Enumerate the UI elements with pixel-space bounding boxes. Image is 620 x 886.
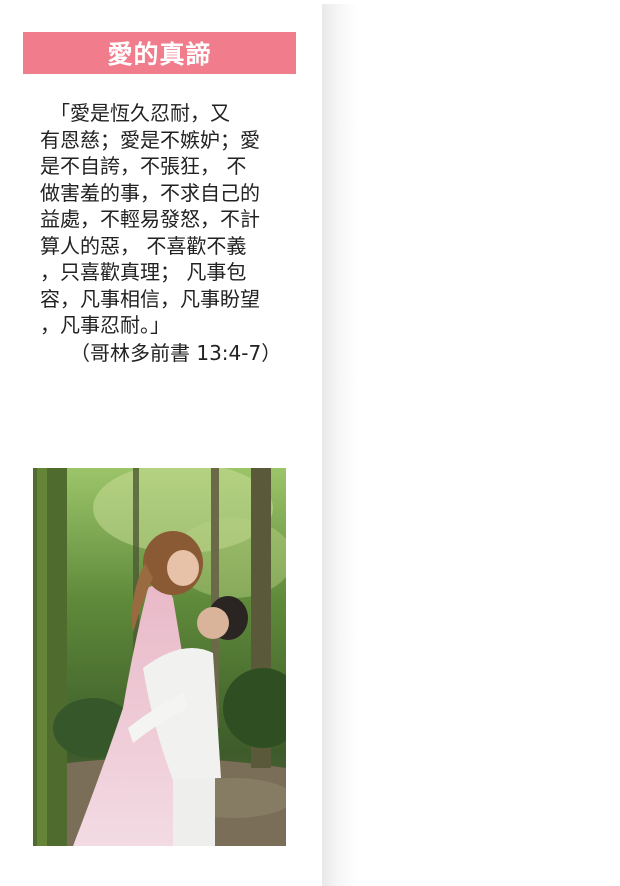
verse-line: 益處，不輕易發怒，不計 [40,207,260,231]
wedding-photo [33,468,286,846]
verse-line: ，凡事忍耐。」 [40,313,170,337]
section-title: 愛的真諦 [107,40,212,69]
content-panel: 愛的真諦 「愛是恆久忍耐，又 有恩慈；愛是不嫉妒；愛 是不自誇，不張狂， 不 做… [0,0,322,886]
section-title-banner: 愛的真諦 [23,32,296,74]
verse-line: ，只喜歡真理； 凡事包 [40,260,247,284]
verse-line: 容，凡事相信，凡事盼望 [40,286,260,311]
verse-line: 「愛是恆久忍耐，又 [40,101,230,125]
verse-line: 有恩慈；愛是不嫉妒；愛 [40,127,260,152]
verse-line: 算人的惡， 不喜歡不義 [40,233,247,258]
wedding-photo-image [33,468,286,846]
verse-line: 是不自誇，不張狂， 不 [40,154,247,178]
scripture-verse: 「愛是恆久忍耐，又 有恩慈；愛是不嫉妒；愛 是不自誇，不張狂， 不 做害羞的事，… [40,100,298,339]
panel-edge-shadow [322,4,358,886]
verse-line: 做害羞的事，不求自己的 [40,180,260,205]
scripture-reference: （哥林多前書 13:4-7） [70,341,282,365]
